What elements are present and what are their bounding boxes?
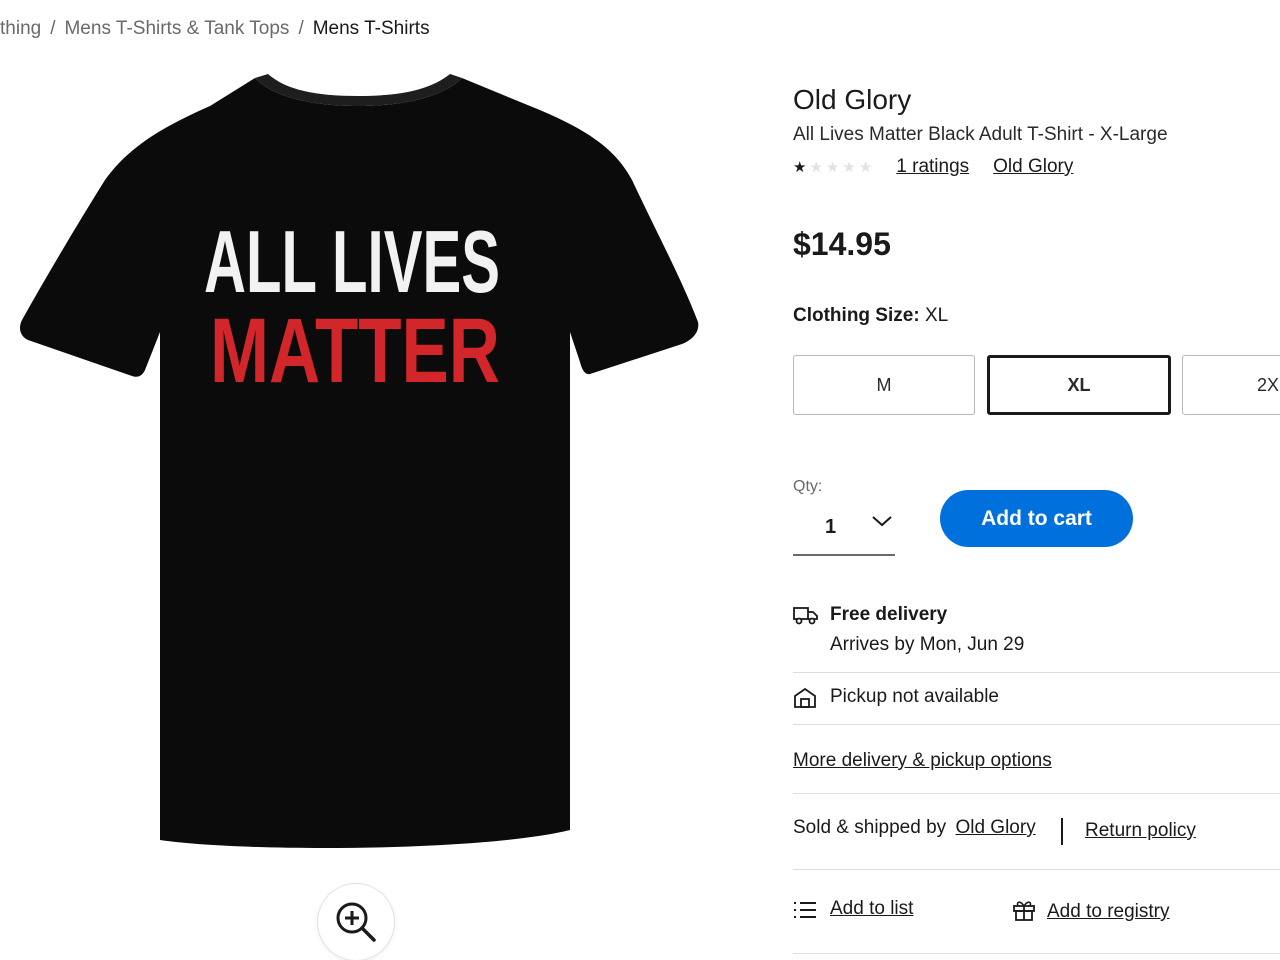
add-to-cart-button[interactable]: Add to cart: [940, 490, 1133, 547]
tshirt-shape: [20, 78, 699, 849]
breadcrumb-separator: /: [50, 18, 56, 39]
delivery-title: Free delivery: [830, 604, 948, 625]
zoom-button[interactable]: [318, 884, 394, 960]
star-icon: ★: [809, 159, 823, 176]
product-image[interactable]: ALL LIVES MATTER: [10, 70, 710, 870]
gift-icon: [1013, 901, 1035, 921]
return-policy-link[interactable]: Return policy: [1085, 820, 1196, 842]
zoom-in-icon: [336, 902, 376, 942]
truck-icon: [793, 607, 818, 625]
divider: [793, 869, 1280, 870]
store-icon: [794, 687, 816, 708]
shirt-print-line1: ALL LIVES: [204, 212, 500, 311]
seller-row: Sold & shipped by Old Glory: [793, 817, 1036, 839]
divider: [793, 953, 1280, 954]
size-option-2x[interactable]: 2X: [1182, 355, 1280, 415]
divider-vertical: [1061, 818, 1063, 845]
brand-link[interactable]: Old Glory: [993, 156, 1073, 178]
shirt-print-line2: MATTER: [210, 300, 500, 402]
star-icon: ★: [858, 159, 873, 176]
star-icon: ★: [842, 159, 856, 176]
more-delivery-options-link[interactable]: More delivery & pickup options: [793, 750, 1052, 772]
star-icon: ★: [793, 159, 807, 176]
qty-value: 1: [825, 515, 837, 538]
divider: [793, 793, 1280, 794]
add-to-registry-link[interactable]: Add to registry: [1047, 901, 1170, 923]
rating-row: ★ ★ ★ ★ ★ 1 ratings Old Glory: [793, 156, 1097, 178]
breadcrumb-current: Mens T-Shirts: [312, 18, 430, 39]
product-price: $14.95: [793, 226, 891, 262]
qty-select[interactable]: 1: [793, 500, 895, 556]
product-title: All Lives Matter Black Adult T-Shirt - X…: [793, 124, 1168, 145]
divider: [793, 672, 1280, 673]
breadcrumb: thing / Mens T-Shirts & Tank Tops / Mens T-S…: [0, 18, 430, 40]
breadcrumb-item-tshirts-tanks[interactable]: Mens T-Shirts & Tank Tops: [64, 18, 289, 39]
chevron-down-icon: [872, 516, 892, 527]
breadcrumb-item-clothing[interactable]: thing: [0, 18, 41, 39]
size-option-m[interactable]: M: [793, 355, 975, 415]
qty-label: Qty:: [793, 478, 823, 495]
size-option-xl[interactable]: XL: [987, 355, 1171, 415]
ratings-link[interactable]: 1 ratings: [896, 156, 969, 178]
breadcrumb-separator: /: [298, 18, 304, 39]
pickup-status: Pickup not available: [830, 686, 999, 707]
size-label-text: Clothing Size:: [793, 305, 920, 326]
size-selected-value: XL: [924, 305, 949, 326]
seller-link[interactable]: Old Glory: [955, 817, 1035, 838]
list-icon: [794, 902, 816, 918]
star-icon: ★: [825, 159, 840, 176]
delivery-arrival: Arrives by Mon, Jun 29: [830, 634, 1025, 655]
sold-by-label: Sold & shipped by: [793, 817, 947, 838]
product-brand: Old Glory: [793, 84, 912, 115]
size-label: Clothing Size: XL: [793, 305, 948, 327]
star-rating: ★ ★ ★ ★ ★: [793, 158, 872, 176]
add-to-list-link[interactable]: Add to list: [830, 898, 913, 920]
divider: [793, 724, 1280, 725]
